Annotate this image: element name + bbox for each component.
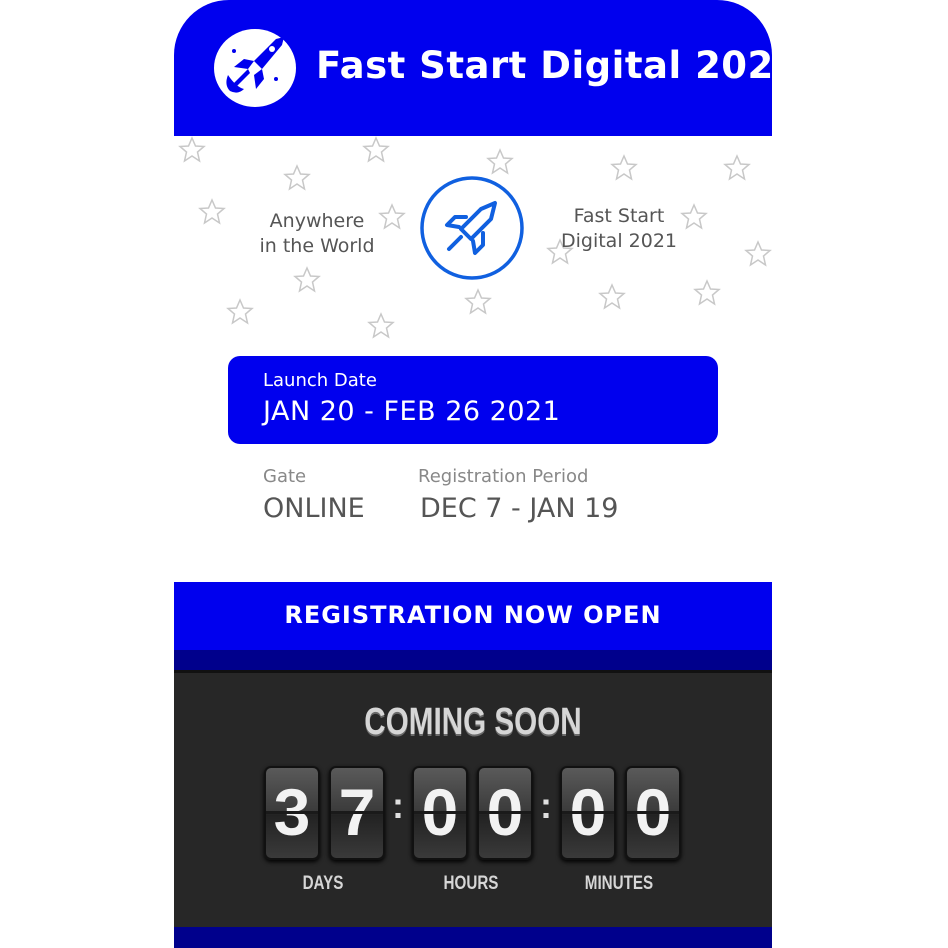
minutes-digit: 0: [625, 766, 681, 860]
registration-banner[interactable]: REGISTRATION NOW OPEN: [174, 582, 772, 650]
hours-digit: 0: [412, 766, 468, 860]
footer-strip: [174, 927, 772, 948]
hero-location-line1: Anywhere: [269, 210, 365, 232]
days-label: DAYS: [302, 873, 344, 894]
hero-event-line1: Fast Start: [573, 205, 665, 227]
gate-value: ONLINE: [263, 493, 365, 524]
hero-event-name: Fast Start Digital 2021: [554, 204, 684, 254]
countdown-panel: COMING SOON 3 7 : 0 0 : 0 0 DAYS HOURS M…: [174, 670, 772, 930]
hero-event-line2: Digital 2021: [560, 230, 677, 252]
separator: :: [540, 785, 552, 826]
days-digit: 3: [264, 766, 320, 860]
event-card: Fast Start Digital 2021 Anywhere in the …: [174, 0, 772, 948]
separator: :: [392, 785, 404, 826]
gate-label: Gate: [263, 466, 307, 487]
days-digit: 7: [329, 766, 385, 860]
hero-location-line2: in the World: [259, 235, 375, 257]
header: Fast Start Digital 2021: [174, 0, 772, 136]
rocket-icon: [214, 29, 296, 107]
launch-date-label: Launch Date: [263, 370, 377, 391]
minutes-label: MINUTES: [584, 873, 654, 894]
hours-label: HOURS: [443, 873, 499, 894]
rocket-icon: [419, 175, 525, 285]
launch-date-value: JAN 20 - FEB 26 2021: [263, 396, 561, 427]
registration-period-value: DEC 7 - JAN 19: [420, 493, 619, 524]
countdown-title: COMING SOON: [364, 701, 582, 743]
banner-divider: [174, 650, 772, 670]
registration-period-label: Registration Period: [418, 466, 589, 487]
minutes-digit: 0: [560, 766, 616, 860]
launch-date-box: Launch Date JAN 20 - FEB 26 2021: [228, 356, 718, 444]
hours-digit: 0: [477, 766, 533, 860]
hero-location: Anywhere in the World: [252, 209, 382, 259]
page-title: Fast Start Digital 2021: [316, 44, 772, 87]
